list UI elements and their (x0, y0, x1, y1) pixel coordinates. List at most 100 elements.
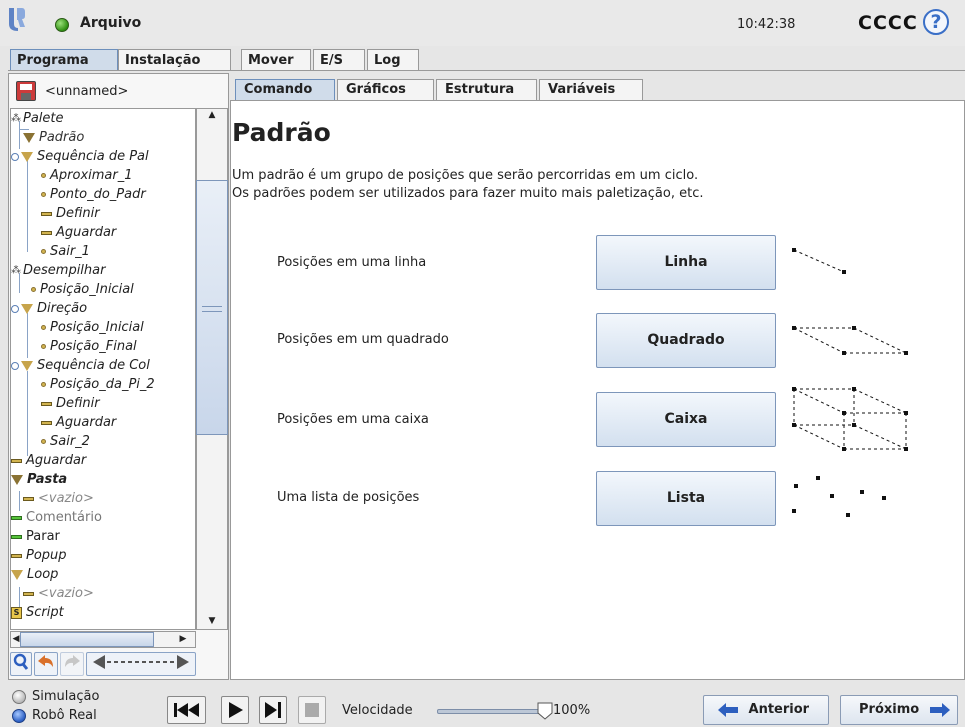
tab-estrutura[interactable]: Estrutura (436, 79, 537, 101)
stop-icon (305, 703, 319, 717)
pattern-icon (23, 132, 35, 143)
next-button[interactable]: Próximo (840, 695, 958, 725)
tree-item-parar[interactable]: Parar (11, 527, 60, 546)
tree-item-posicao-final[interactable]: Posição_Final (41, 337, 137, 356)
save-icon[interactable] (16, 81, 36, 101)
tree-item-script[interactable]: S Script (11, 603, 64, 622)
tree-item-padrao[interactable]: Padrão (23, 128, 84, 147)
tree-item-popup[interactable]: Popup (11, 546, 67, 565)
tree-item-posicao-peca[interactable]: Posição_da_Pi_2 (41, 375, 155, 394)
tree-item-ponto-padrao[interactable]: Ponto_do_Padr (41, 185, 146, 204)
quadrado-button[interactable]: Quadrado (596, 313, 776, 368)
set-icon (41, 211, 52, 216)
arrow-right-icon (929, 696, 950, 724)
stop-button[interactable] (298, 696, 326, 724)
tree-item-posicao-inicial-2[interactable]: Posição_Inicial (41, 318, 144, 337)
scroll-left-icon[interactable]: ◀ (12, 634, 20, 644)
caixa-button[interactable]: Caixa (596, 392, 776, 447)
tab-es[interactable]: E/S (313, 49, 365, 71)
scroll-grip-icon (202, 306, 222, 312)
tree-item-direcao[interactable]: Direção (11, 299, 87, 318)
redo-button[interactable] (60, 652, 84, 676)
waypoint-icon (41, 173, 46, 178)
tree-item-vazio[interactable]: <vazio> (23, 489, 94, 508)
tab-graficos[interactable]: Gráficos (337, 79, 434, 101)
waypoint-icon (41, 249, 46, 254)
simulation-radio[interactable] (12, 690, 26, 704)
tree-item-aguardar-3[interactable]: Aguardar (11, 451, 86, 470)
wait-icon (11, 458, 22, 463)
program-tree[interactable]: ⁂ Palete Padrão Sequência de Pal Aproxima… (10, 108, 196, 630)
redo-icon (65, 655, 80, 667)
tree-item-aproximar[interactable]: Aproximar_1 (41, 166, 133, 185)
script-icon: S (11, 606, 22, 619)
speed-value: 100% (553, 703, 591, 718)
real-robot-radio[interactable] (12, 709, 26, 723)
description-line-2: Os padrões podem ser utilizados para faz… (232, 186, 704, 201)
waypoint-icon (41, 325, 46, 330)
real-robot-label: Robô Real (32, 708, 97, 723)
speed-slider-handle[interactable] (536, 701, 554, 721)
waypoint-icon (31, 287, 36, 292)
scroll-down-icon[interactable]: ▼ (204, 616, 220, 626)
linha-button[interactable]: Linha (596, 235, 776, 290)
label-quadrado: Posições em um quadrado (277, 332, 449, 347)
robot-name: CCCC (858, 12, 918, 34)
top-bar (0, 0, 965, 46)
move-arrows-icon (93, 655, 189, 669)
tab-instalacao[interactable]: Instalação (118, 49, 231, 71)
tab-comando[interactable]: Comando (235, 79, 335, 101)
description-line-1: Um padrão é um grupo de posições que ser… (232, 168, 699, 183)
rewind-icon (174, 703, 199, 717)
program-name: <unnamed> (45, 84, 129, 99)
rewind-button[interactable] (167, 696, 206, 724)
play-button[interactable] (221, 696, 249, 724)
tree-item-palete[interactable]: ⁂ Palete (11, 109, 64, 128)
collapse-icon[interactable] (11, 361, 19, 370)
waypoint-icon (41, 344, 46, 349)
comment-icon (11, 515, 22, 520)
help-icon[interactable]: ? (923, 9, 949, 35)
tree-item-sair-2[interactable]: Sair_2 (41, 432, 90, 451)
sequence-icon (21, 360, 33, 371)
tree-item-sequencia-col[interactable]: Sequência de Col (11, 356, 150, 375)
tab-programa[interactable]: Programa (10, 49, 118, 71)
tree-item-vazio-2[interactable]: <vazio> (23, 584, 94, 603)
collapse-icon[interactable] (11, 152, 19, 161)
scroll-right-icon[interactable]: ▶ (178, 634, 188, 644)
undo-button[interactable] (34, 652, 58, 676)
label-linha: Posições em uma linha (277, 255, 427, 270)
waypoint-icon (41, 439, 46, 444)
file-menu[interactable]: Arquivo (80, 15, 141, 31)
tree-item-sair[interactable]: Sair_1 (41, 242, 90, 261)
tab-variaveis[interactable]: Variáveis (539, 79, 643, 101)
lista-button[interactable]: Lista (596, 471, 776, 526)
popup-icon (11, 553, 22, 558)
tree-item-definir[interactable]: Definir (41, 204, 100, 223)
wait-icon (41, 230, 52, 235)
tab-log[interactable]: Log (367, 49, 419, 71)
tree-item-posicao-inicial[interactable]: Posição_Inicial (31, 280, 134, 299)
tree-item-aguardar-2[interactable]: Aguardar (41, 413, 116, 432)
step-button[interactable] (259, 696, 287, 724)
tree-item-sequencia-pal[interactable]: Sequência de Pal (11, 147, 149, 166)
speed-slider[interactable] (437, 709, 545, 714)
tree-item-definir-2[interactable]: Definir (41, 394, 100, 413)
tree-item-desempilhar[interactable]: ⁂ Desempilhar (11, 261, 105, 280)
sequence-icon (21, 151, 33, 162)
label-caixa: Posições em uma caixa (277, 412, 429, 427)
search-button[interactable] (10, 652, 32, 676)
previous-button[interactable]: Anterior (703, 695, 829, 725)
scroll-up-icon[interactable]: ▲ (204, 110, 220, 120)
tree-item-aguardar[interactable]: Aguardar (41, 223, 116, 242)
undo-icon (38, 655, 53, 667)
tab-mover[interactable]: Mover (241, 49, 311, 71)
tree-item-loop[interactable]: Loop (11, 565, 58, 584)
tree-item-comentario[interactable]: Comentário (11, 508, 102, 527)
clock: 10:42:38 (737, 17, 796, 32)
pallet-icon: ⁂ (11, 265, 21, 276)
collapse-icon[interactable] (11, 304, 19, 313)
move-node-button[interactable] (86, 652, 196, 676)
tree-item-pasta[interactable]: Pasta (11, 470, 67, 489)
hscroll-thumb[interactable] (20, 632, 154, 647)
